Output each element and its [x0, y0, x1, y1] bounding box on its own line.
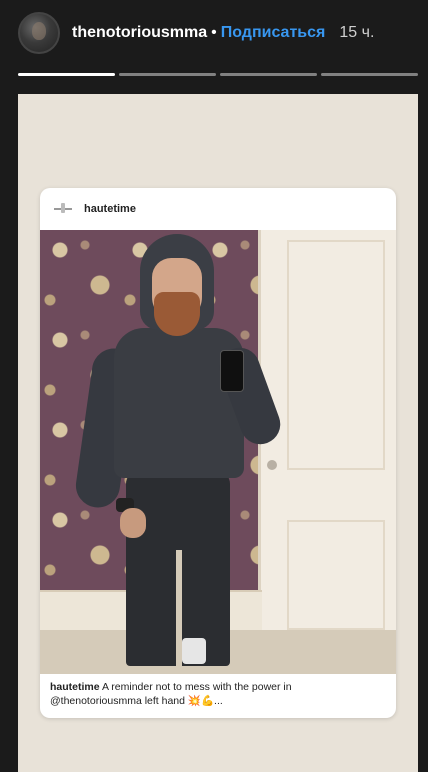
profile-avatar[interactable]	[18, 12, 60, 54]
shared-post-card[interactable]: hautetime hautetime A reminder not to me…	[40, 188, 396, 718]
progress-segment	[220, 73, 317, 76]
post-photo	[40, 230, 396, 674]
progress-segment	[18, 73, 115, 76]
story-progress	[18, 73, 418, 76]
caption-username[interactable]: hautetime	[50, 681, 100, 693]
story-header: thenotoriousmma • Подписаться 15 ч.	[0, 0, 428, 88]
separator-dot: •	[211, 24, 217, 41]
post-caption: hautetime A reminder not to mess with th…	[50, 680, 386, 708]
caption-text-line2: @thenotoriousmma left hand 💥💪...	[50, 695, 223, 707]
story-username[interactable]: thenotoriousmma	[72, 24, 207, 42]
door	[258, 230, 396, 670]
post-username[interactable]: hautetime	[84, 203, 136, 215]
subscribe-button[interactable]: Подписаться	[221, 24, 326, 42]
person-figure	[73, 230, 286, 674]
post-header: hautetime	[40, 188, 396, 230]
phone	[220, 350, 244, 392]
door-knob	[267, 460, 277, 470]
story-user-row: thenotoriousmma • Подписаться 15 ч.	[72, 22, 374, 44]
brand-logo-icon	[50, 202, 76, 216]
caption-text-line1: A reminder not to mess with the power in	[101, 681, 292, 693]
progress-segment	[119, 73, 216, 76]
progress-segment	[321, 73, 418, 76]
story-timestamp: 15 ч.	[339, 24, 375, 41]
